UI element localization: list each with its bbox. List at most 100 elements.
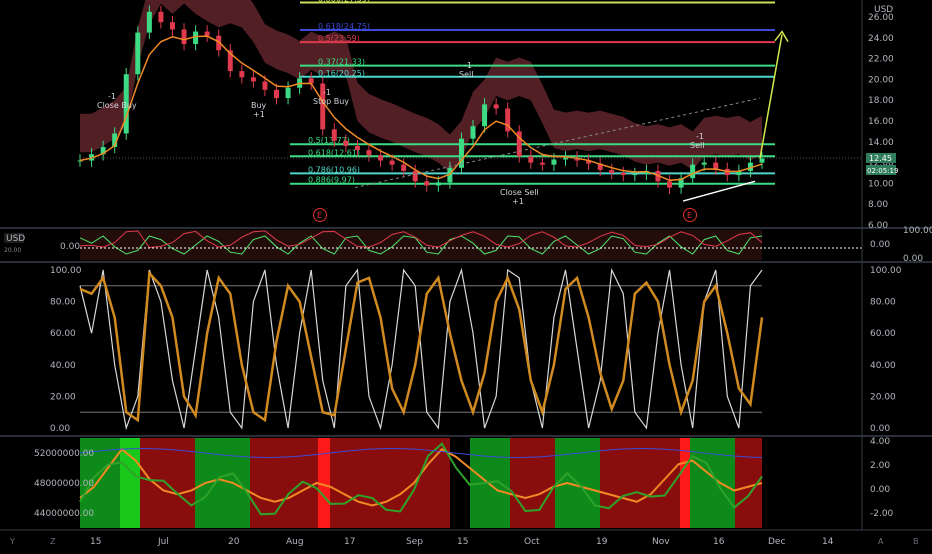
candle-body <box>424 181 430 186</box>
candle-body <box>146 11 152 33</box>
candle-body <box>239 71 245 78</box>
candle-body <box>331 129 337 141</box>
time-label-12: 14 <box>822 537 834 547</box>
stoch-left-tick-4: 20.00 <box>50 392 76 402</box>
stoch-right-tick-4: 20.00 <box>870 392 896 402</box>
pane2-zero: 0.00 <box>60 242 80 252</box>
stoch-right-tick-1: 80.00 <box>870 298 896 308</box>
corner-y: Y <box>9 537 15 546</box>
sell-2-text: Sell <box>690 141 704 150</box>
candle-body <box>713 162 719 169</box>
flow-right-tick-1: 2.00 <box>870 461 890 471</box>
candle-body <box>285 87 291 99</box>
time-label-10: 16 <box>713 537 725 547</box>
price-axis-currency: USD <box>874 5 893 15</box>
flow-right-tick-0: 4.00 <box>870 437 890 447</box>
fib-label-8: 0.886(9.97) <box>308 176 355 185</box>
candle-body <box>274 89 280 99</box>
price-tick-2: 22.00 <box>868 55 894 65</box>
stoch-left-tick-1: 80.00 <box>50 298 76 308</box>
flow-right-tick-3: -2.00 <box>870 509 894 519</box>
zone-band-7 <box>450 438 470 528</box>
sell-1-minus: -1 <box>464 61 472 70</box>
candle-body <box>759 158 765 163</box>
time-label-4: 17 <box>344 537 355 547</box>
candle-body <box>354 145 360 151</box>
chart-svg: 0.886(27.39) 0.618(24.75) 0.5(23.59) 0.37(2… <box>0 0 932 550</box>
sell-1-text: Sell <box>459 70 473 79</box>
stoch-left-tick-2: 60.00 <box>50 329 76 339</box>
candle-body <box>620 173 626 176</box>
close-buy-minus: -1 <box>108 92 116 101</box>
buy-text: Buy <box>251 101 267 110</box>
candle-body <box>701 162 707 165</box>
candle-body <box>667 181 673 188</box>
candle-body <box>204 31 210 36</box>
stoch-right-tick-0: 100.00 <box>870 266 902 276</box>
stoch-right-tick-5: 0.00 <box>870 424 890 434</box>
chart-stage: 0.886(27.39) 0.618(24.75) 0.5(23.59) 0.37(2… <box>0 0 932 550</box>
close-sell-plus: +1 <box>512 197 524 206</box>
stoch-left-tick-3: 40.00 <box>50 361 76 371</box>
candle-body <box>470 126 476 139</box>
price-tick-5: 16.00 <box>868 117 894 127</box>
oscillator-pane <box>79 230 862 260</box>
flow-left-tick-1: 48000000.00 <box>34 479 94 489</box>
zone-band-12 <box>660 438 680 528</box>
candle-body <box>389 160 395 165</box>
time-label-2: 20 <box>228 537 240 547</box>
fib-label-7: 0.786(10.96) <box>308 165 360 174</box>
sell-2-minus: -1 <box>696 132 704 141</box>
time-label-8: 19 <box>596 537 608 547</box>
candle-body <box>250 77 256 82</box>
candle-body <box>539 162 545 165</box>
last-price-value: 12.45 <box>869 154 892 163</box>
candle-body <box>366 150 372 156</box>
corner-z: Z <box>50 537 56 546</box>
candle-body <box>193 31 199 45</box>
candle-body <box>482 104 488 127</box>
candle-body <box>609 169 615 173</box>
time-label-7: Oct <box>524 537 540 547</box>
buy-plus: +1 <box>253 110 265 119</box>
candle-body <box>343 140 349 146</box>
fib-label-6: 0.618(12.61) <box>308 148 360 157</box>
time-label-0: 15 <box>90 537 101 547</box>
time-label-3: Aug <box>286 537 304 547</box>
stoch-right-tick-3: 40.00 <box>870 361 896 371</box>
fib-label-1: 0.618(24.75) <box>318 22 370 31</box>
flow-left-tick-2: 44000000.00 <box>34 509 94 519</box>
fib-label-2: 0.5(23.59) <box>318 34 360 43</box>
earnings-marker-1: E <box>317 211 322 220</box>
candle-body <box>135 32 141 75</box>
candle-body <box>493 104 499 109</box>
price-tick-6: 14.00 <box>868 138 894 148</box>
time-label-9: Nov <box>652 537 670 547</box>
stop-buy-text: Stop Buy <box>313 97 349 106</box>
time-label-6: 15 <box>457 537 468 547</box>
countdown-value: 02:05:19 <box>867 167 898 175</box>
price-tick-10: 6.00 <box>868 221 888 231</box>
signal-zones <box>80 438 762 528</box>
price-tick-8: 10.00 <box>868 179 894 189</box>
zone-band-9 <box>510 438 555 528</box>
candle-body <box>181 29 187 45</box>
pane2-zero-right: 0.00 <box>870 240 890 250</box>
corner-a: A <box>878 537 884 546</box>
stoch-left-tick-0: 100.00 <box>50 266 82 276</box>
flow-right-tick-2: 0.00 <box>870 485 890 495</box>
fib-label-4: 0.16(20.25) <box>318 69 365 78</box>
candle-body <box>435 182 441 186</box>
price-tick-3: 20.00 <box>868 75 894 85</box>
pane2-right-top: 100.00 <box>903 226 932 236</box>
corner-b: B <box>913 537 919 546</box>
pane2-right-bottom: 0.00 <box>903 254 923 264</box>
pane2-left-label: 20.00 <box>4 247 21 254</box>
candle-body <box>262 81 268 90</box>
time-label-11: Dec <box>768 537 785 547</box>
stop-buy-minus: -1 <box>323 88 331 97</box>
candle-body <box>401 164 407 171</box>
fib-label-3: 0.37(21.33) <box>318 58 365 67</box>
time-label-5: Sep <box>406 537 423 547</box>
candle-body <box>690 164 696 179</box>
